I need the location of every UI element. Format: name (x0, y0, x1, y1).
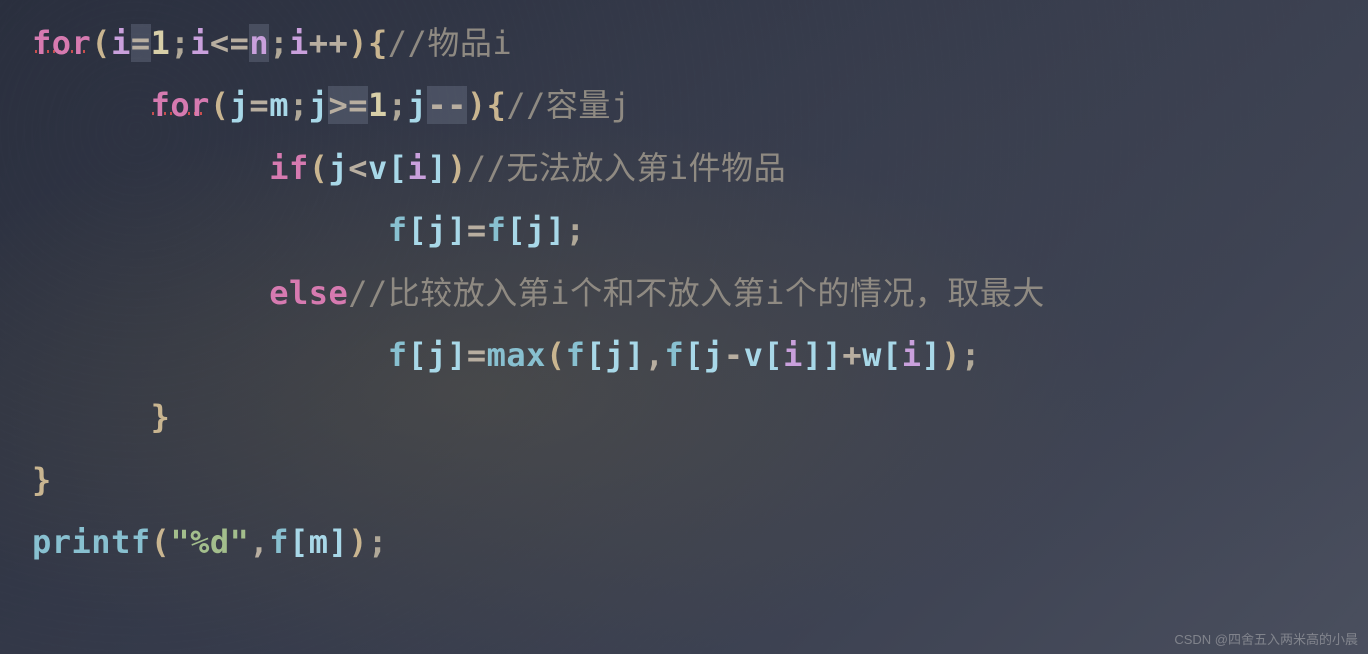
var-f: f (566, 336, 586, 374)
var-f: f (665, 336, 685, 374)
op-le: <= (210, 24, 250, 62)
paren-open: ( (546, 336, 566, 374)
op-plus: + (842, 336, 862, 374)
bracket-open: [ (289, 523, 309, 561)
var-j: j (230, 86, 250, 124)
var-i: i (111, 24, 131, 62)
op-ge: >= (328, 86, 368, 124)
brace-open: { (368, 24, 388, 62)
var-m: m (309, 523, 329, 561)
paren-close: ) (348, 24, 368, 62)
op-eq: = (249, 86, 269, 124)
bracket-open: [ (408, 336, 428, 374)
var-w: w (862, 336, 882, 374)
var-j: j (328, 149, 348, 187)
bracket-open: [ (408, 211, 428, 249)
brace-close: } (32, 461, 52, 499)
bracket-open: [ (763, 336, 783, 374)
bracket-close: ] (921, 336, 941, 374)
var-m: m (269, 86, 289, 124)
bracket-close: ] (803, 336, 823, 374)
op-inc: ++ (309, 24, 349, 62)
var-i: i (289, 24, 309, 62)
paren-close: ) (348, 523, 368, 561)
paren-close: ) (467, 86, 487, 124)
bracket-close: ] (447, 211, 467, 249)
var-v: v (368, 149, 388, 187)
var-f: f (487, 211, 507, 249)
func-printf: printf (32, 523, 151, 561)
var-v: v (744, 336, 764, 374)
semicolon: ; (368, 523, 388, 561)
bracket-close: ] (625, 336, 645, 374)
brace-open: { (487, 86, 507, 124)
num-1: 1 (368, 86, 388, 124)
var-j: j (704, 336, 724, 374)
var-i: i (408, 149, 428, 187)
var-j: j (309, 86, 329, 124)
bracket-close: ] (823, 336, 843, 374)
var-f: f (388, 211, 408, 249)
keyword-if: if (269, 149, 309, 187)
bracket-open: [ (882, 336, 902, 374)
bracket-close: ] (546, 211, 566, 249)
paren-open: ( (309, 149, 329, 187)
comment-cannot-fit: //无法放入第i件物品 (467, 149, 786, 187)
op-lt: < (348, 149, 368, 187)
comment-compare: //比较放入第i个和不放入第i个的情况，取最大 (348, 274, 1045, 312)
bracket-close: ] (328, 523, 348, 561)
comment-capacity-j: //容量j (506, 86, 630, 124)
code-block: for(i=1;i<=n;i++){//物品i for(j=m;j>=1;j--… (0, 0, 1368, 574)
var-i: i (902, 336, 922, 374)
semicolon: ; (388, 86, 408, 124)
var-f: f (388, 336, 408, 374)
semicolon: ; (170, 24, 190, 62)
bracket-open: [ (506, 211, 526, 249)
bracket-close: ] (447, 336, 467, 374)
var-j: j (605, 336, 625, 374)
op-dec: -- (427, 86, 467, 124)
func-max: max (487, 336, 546, 374)
var-i: i (190, 24, 210, 62)
paren-open: ( (210, 86, 230, 124)
var-i: i (783, 336, 803, 374)
paren-close: ) (447, 149, 467, 187)
op-comma: , (249, 523, 269, 561)
bracket-open: [ (388, 149, 408, 187)
brace-close: } (151, 398, 171, 436)
op-minus: - (724, 336, 744, 374)
var-j: j (408, 86, 428, 124)
var-j: j (427, 211, 447, 249)
op-eq: = (467, 336, 487, 374)
keyword-for: for (151, 86, 210, 124)
bracket-open: [ (585, 336, 605, 374)
paren-open: ( (91, 24, 111, 62)
paren-close: ) (941, 336, 961, 374)
op-comma: , (645, 336, 665, 374)
semicolon: ; (289, 86, 309, 124)
var-j: j (526, 211, 546, 249)
paren-open: ( (151, 523, 171, 561)
semicolon: ; (961, 336, 981, 374)
comment-item-i: //物品i (388, 24, 512, 62)
op-eq: = (131, 24, 151, 62)
keyword-else: else (269, 274, 348, 312)
watermark-text: CSDN @四舍五入两米高的小晨 (1174, 629, 1358, 648)
var-n: n (249, 24, 269, 62)
op-eq: = (467, 211, 487, 249)
semicolon: ; (269, 24, 289, 62)
var-f: f (269, 523, 289, 561)
num-1: 1 (151, 24, 171, 62)
var-j: j (427, 336, 447, 374)
string-fmt: "%d" (170, 523, 249, 561)
semicolon: ; (566, 211, 586, 249)
bracket-close: ] (427, 149, 447, 187)
keyword-for: for (32, 24, 91, 62)
bracket-open: [ (684, 336, 704, 374)
